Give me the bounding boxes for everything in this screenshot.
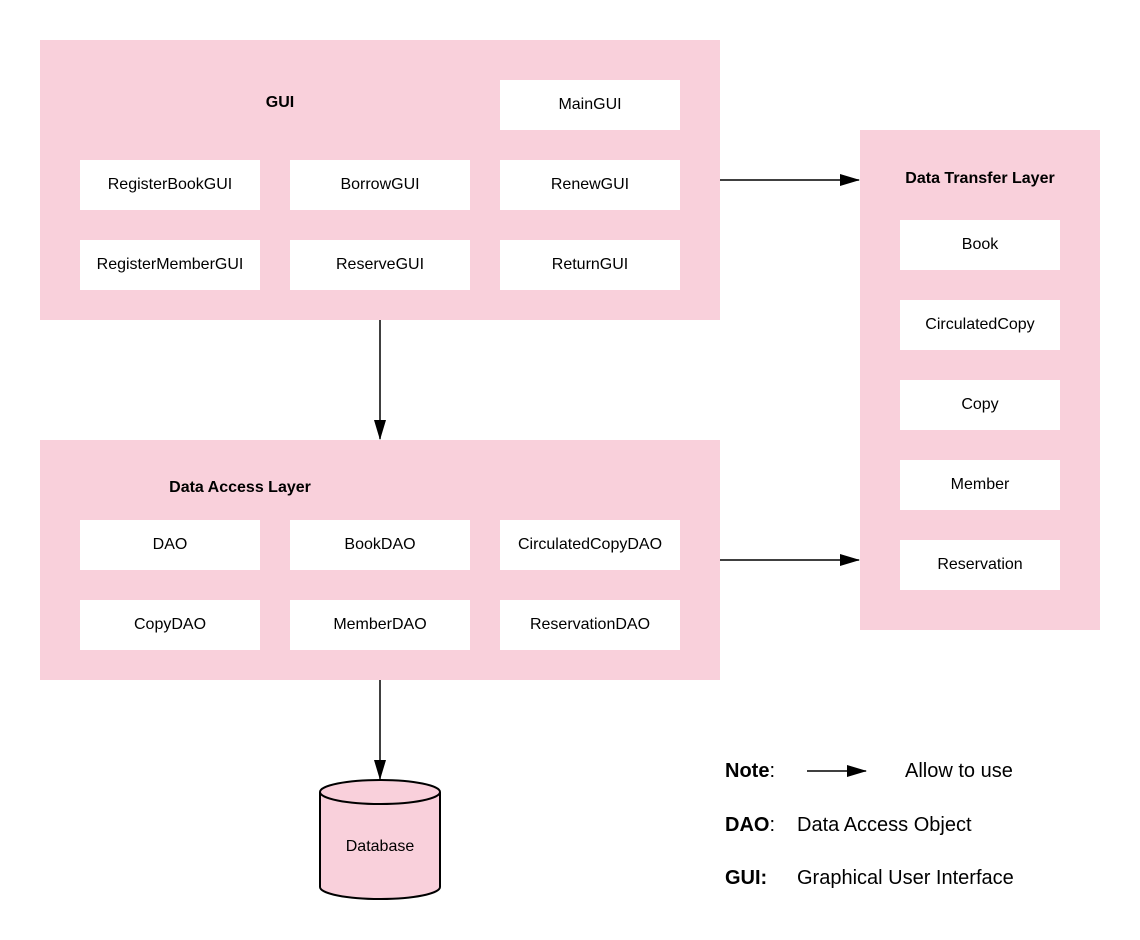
legend-gui-text: Graphical User Interface (797, 867, 1014, 889)
legend-gui-label: GUI: (725, 867, 768, 889)
legend-note: Note: (725, 759, 775, 783)
legend-dao-colon: : (769, 814, 776, 836)
legend-note-colon: : (769, 760, 776, 782)
legend-dao-text: Data Access Object (797, 814, 972, 836)
legend-note-text: Allow to use (905, 760, 1013, 782)
legend-dao: DAO: (725, 813, 775, 837)
arrows-and-database (319, 174, 867, 900)
legend-dao-label: DAO (725, 814, 770, 836)
legend-note-label: Note (725, 760, 770, 782)
architecture-diagram: GUI MainGUI RegisterBookGUI BorrowGUI Re… (0, 0, 1140, 940)
database-label: Database (345, 838, 415, 855)
